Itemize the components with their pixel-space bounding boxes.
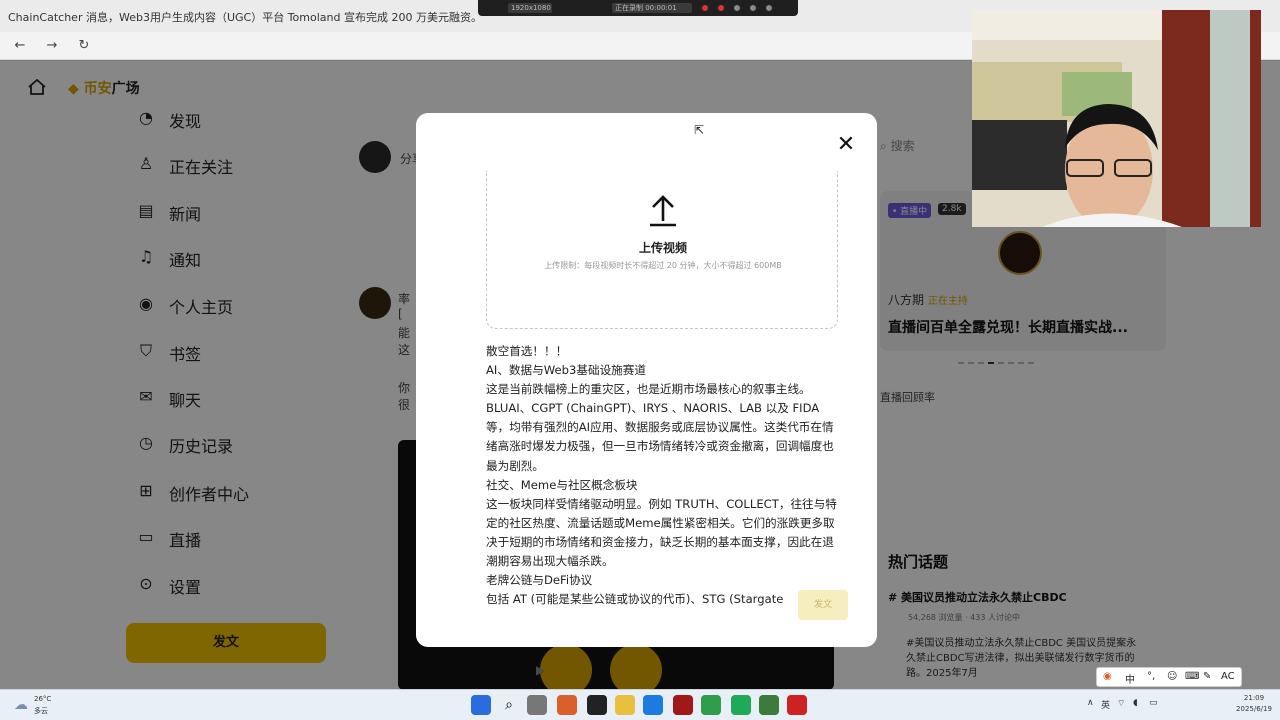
recorder-icon[interactable] — [787, 695, 807, 715]
task-view-icon[interactable] — [527, 695, 547, 715]
create-post-modal: ⇱ ✕ 上传视频 上传限制：每段视频时长不得超过 20 分钟，大小不得超过 60… — [416, 113, 877, 647]
back-icon[interactable]: ← — [11, 37, 29, 55]
camera-icon[interactable] — [734, 5, 740, 11]
tray-speaker-icon[interactable]: ◖ — [1133, 698, 1138, 708]
chrome-icon[interactable] — [701, 695, 721, 715]
recording-resolution: 1920x1080 — [508, 3, 552, 13]
post-line: 社交、Meme与社区概念板块 — [486, 477, 638, 492]
screen: ChainCatcher 消息，Web3用户生成内容（UGC）平台 Tomola… — [0, 0, 1280, 720]
ime-lang[interactable]: 中 — [1125, 671, 1135, 686]
close-button[interactable]: ✕ — [834, 133, 858, 157]
weather-widget[interactable]: ☁ 26°C 多云 — [12, 694, 72, 718]
forward-icon[interactable]: → — [43, 37, 61, 55]
weather-condition: 多云 — [34, 707, 48, 715]
post-line: 包括 AT (可能是某些公链或协议的代币)、STG (Stargate — [486, 592, 784, 607]
ime-logo-icon: ◉ — [1103, 671, 1112, 682]
mouse-cursor-icon: ⇱ — [694, 123, 705, 137]
app-orange-icon[interactable] — [557, 695, 577, 715]
submit-button[interactable]: 发文 — [798, 590, 848, 620]
post-line: AI、数据与Web3基础设施赛道 — [486, 363, 646, 378]
emoji-icon[interactable]: ☺ — [1167, 671, 1177, 682]
upload-hint: 上传限制：每段视频时长不得超过 20 分钟，大小不得超过 600MB — [544, 261, 782, 270]
app-red-icon[interactable] — [673, 695, 693, 715]
taskbar: ☁ 26°C 多云 ⌕ ∧ 英 ⌔ ◖ ▭ 21:09 2025/6/19 — [0, 689, 1280, 720]
recording-status: 正在录制 00:00:01 — [612, 3, 692, 13]
tray-ime-lang[interactable]: 英 — [1101, 698, 1110, 711]
recording-toolbar: 1920x1080 正在录制 00:00:01 — [478, 0, 798, 16]
wechat-icon[interactable] — [759, 695, 779, 715]
post-editor[interactable]: 散空首选！！！ AI、数据与Web3基础设施赛道 这是当前跌幅榜上的重灾区，也是… — [486, 342, 838, 609]
upload-icon — [650, 195, 676, 227]
skin-icon[interactable]: ✎ — [1203, 671, 1211, 682]
stop-icon[interactable] — [718, 5, 724, 11]
ime-extra[interactable]: AC — [1221, 671, 1235, 682]
upload-title: 上传视频 — [638, 241, 687, 255]
webcam-feed — [972, 10, 1261, 227]
keyboard-icon[interactable]: ⌨ — [1185, 671, 1199, 682]
browser-icon[interactable] — [643, 695, 663, 715]
post-line: 散空首选！！！ — [486, 344, 568, 358]
edge-icon[interactable] — [731, 695, 751, 715]
clock-time: 21:09 — [1243, 694, 1265, 702]
tray-battery-icon[interactable]: ▭ — [1149, 698, 1158, 708]
tray-chevron-icon[interactable]: ∧ — [1087, 698, 1094, 708]
punctuation-icon[interactable]: °, — [1147, 671, 1155, 682]
reload-icon[interactable]: ↻ — [75, 37, 93, 55]
folder-icon[interactable] — [615, 695, 635, 715]
ime-toolbar[interactable]: ◉ 中 °, ☺ ⌨ ✎ AC — [1096, 667, 1242, 687]
cloud-icon: ☁ — [14, 697, 28, 713]
post-line: 老牌公链与DeFi协议 — [486, 573, 593, 588]
post-line: 这一板块同样受情绪驱动明显。例如 TRUTH、COLLECT，往往与特定的社区热… — [486, 496, 837, 569]
webcam-overlay — [972, 10, 1261, 227]
binance-icon[interactable] — [587, 695, 607, 715]
clock[interactable]: 21:09 2025/6/19 — [1234, 693, 1274, 715]
pen-icon[interactable] — [750, 5, 756, 11]
search-icon[interactable]: ⌕ — [499, 695, 519, 715]
clock-date: 2025/6/19 — [1236, 705, 1272, 713]
record-dot-icon[interactable] — [702, 5, 708, 11]
more-icon[interactable] — [766, 5, 772, 11]
weather-temp: 26°C — [34, 695, 52, 703]
video-upload-dropzone[interactable]: 上传视频 上传限制：每段视频时长不得超过 20 分钟，大小不得超过 600MB — [486, 171, 838, 329]
tray-network-icon[interactable]: ⌔ — [1117, 698, 1125, 709]
post-line: 这是当前跌幅榜上的重灾区，也是近期市场最核心的叙事主线。BLUAI、CGPT (… — [486, 382, 834, 473]
start-icon[interactable] — [471, 695, 491, 715]
